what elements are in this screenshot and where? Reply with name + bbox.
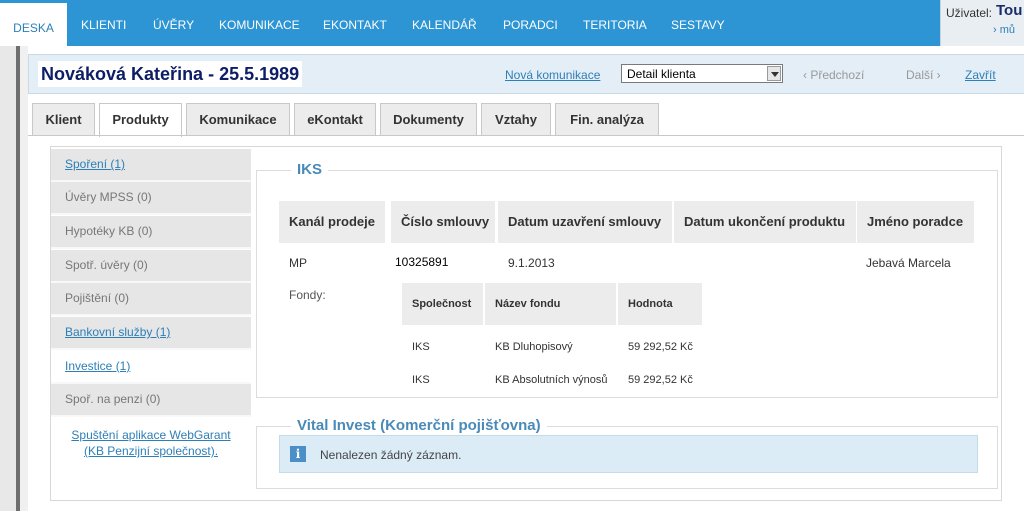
nav-item-klienti[interactable]: KLIENTI <box>81 0 126 46</box>
fund-row-1-spolecnost: IKS <box>412 341 430 353</box>
client-header: Nováková Kateřina - 25.5.1989 Nová komun… <box>28 54 1024 94</box>
nav-item-ekontakt[interactable]: EKONTAKT <box>323 0 387 46</box>
tab-produkty[interactable]: Produkty <box>99 103 182 137</box>
fund-row-2-hodnota: 59 292,52 Kč <box>628 374 693 386</box>
fund-row-1-hodnota: 59 292,52 Kč <box>628 341 693 353</box>
cell-kanal: MP <box>289 256 307 270</box>
webgarant-link-sub[interactable]: (KB Penzijní společnost). <box>51 443 251 459</box>
info-icon: i <box>290 446 306 462</box>
column-header-kanal: Kanál prodeje <box>279 201 385 243</box>
view-select-value: Detail klienta <box>627 67 696 81</box>
sidebar-item-uvery-mpss[interactable]: Úvěry MPSS (0) <box>51 182 251 215</box>
no-record-text: Nenalezen žádný záznam. <box>320 448 462 462</box>
sidebar-item-spor-na-penzi[interactable]: Spoř. na penzi (0) <box>51 384 251 417</box>
products-panel: Spoření (1) Úvěry MPSS (0) Hypotéky KB (… <box>50 146 1002 501</box>
next-link[interactable]: Další › <box>906 68 941 82</box>
top-navigation: DESKA KLIENTI ÚVĚRY KOMUNIKACE EKONTAKT … <box>0 0 1024 46</box>
client-name: Nováková Kateřina - 25.5.1989 <box>38 61 303 87</box>
sidebar-item-investice[interactable]: Investice (1) <box>51 351 251 384</box>
column-header-cislo: Číslo smlouvy <box>391 201 495 243</box>
sidebar-item-hypoteky-kb[interactable]: Hypotéky KB (0) <box>51 216 251 249</box>
fund-header-nazev: Název fondu <box>485 283 616 325</box>
cell-datum-uzavreni: 9.1.2013 <box>508 256 555 270</box>
view-select[interactable]: Detail klienta <box>621 64 783 83</box>
iks-section: IKS Kanál prodeje Číslo smlouvy Datum uz… <box>256 161 998 398</box>
funds-label: Fondy: <box>289 288 326 302</box>
sidebar-item-sporeni[interactable]: Spoření (1) <box>51 149 251 182</box>
sidebar-item-pojisteni[interactable]: Pojištění (0) <box>51 283 251 316</box>
cell-cislo: 10325891 <box>395 255 449 269</box>
left-divider <box>16 46 20 511</box>
vital-invest-section: Vital Invest (Komerční pojišťovna) i Nen… <box>256 417 998 489</box>
user-box: Uživatel: Tou › mů <box>940 0 1024 46</box>
close-link[interactable]: Zavřít <box>965 68 996 82</box>
left-strip <box>0 46 20 511</box>
fund-row-1-nazev: KB Dluhopisový <box>495 341 573 353</box>
tab-komunikace[interactable]: Komunikace <box>186 103 290 135</box>
main-frame: Nováková Kateřina - 25.5.1989 Nová komun… <box>28 46 1024 511</box>
user-more-link[interactable]: › mů <box>993 24 1015 36</box>
tab-klient[interactable]: Klient <box>32 103 95 135</box>
tab-vztahy[interactable]: Vztahy <box>481 103 551 135</box>
nav-item-teritoria[interactable]: TERITORIA <box>583 0 647 46</box>
user-name[interactable]: Tou <box>996 2 1022 19</box>
column-header-datum-uzavreni: Datum uzavření smlouvy <box>498 201 672 243</box>
user-label: Uživatel: <box>946 6 993 20</box>
chevron-down-icon[interactable] <box>767 66 781 81</box>
fund-row-2-nazev: KB Absolutních výnosů <box>495 374 608 386</box>
nav-item-uvery[interactable]: ÚVĚRY <box>153 0 194 46</box>
tab-ekontakt[interactable]: eKontakt <box>294 103 376 135</box>
nav-item-poradci[interactable]: PORADCI <box>503 0 558 46</box>
tab-divider <box>28 135 1024 136</box>
webgarant-link[interactable]: Spuštění aplikace WebGarant <box>51 427 251 443</box>
no-record-message: i Nenalezen žádný záznam. <box>279 435 978 473</box>
fund-header-spolecnost: Společnost <box>402 283 483 325</box>
tab-dokumenty[interactable]: Dokumenty <box>380 103 477 135</box>
cell-poradce: Jebavá Marcela <box>866 256 951 270</box>
sidebar-item-spotr-uvery[interactable]: Spotř. úvěry (0) <box>51 250 251 283</box>
nav-item-sestavy[interactable]: SESTAVY <box>671 0 725 46</box>
new-communication-link[interactable]: Nová komunikace <box>505 68 600 82</box>
tab-fin-analyza[interactable]: Fin. analýza <box>555 103 659 135</box>
nav-item-komunikace[interactable]: KOMUNIKACE <box>219 0 300 46</box>
nav-item-deska[interactable]: DESKA <box>0 0 67 46</box>
nav-item-kalendar[interactable]: KALENDÁŘ <box>412 0 477 46</box>
sidebar-item-bankovni-sluzby[interactable]: Bankovní služby (1) <box>51 317 251 350</box>
column-header-poradce: Jméno poradce <box>857 201 974 243</box>
vital-invest-title: Vital Invest (Komerční pojišťovna) <box>291 417 547 434</box>
fund-row-2-spolecnost: IKS <box>412 374 430 386</box>
column-header-datum-ukonceni: Datum ukončení produktu <box>674 201 856 243</box>
iks-title: IKS <box>291 161 329 178</box>
fund-header-hodnota: Hodnota <box>618 283 702 325</box>
previous-link[interactable]: ‹ Předchozí <box>803 68 864 82</box>
